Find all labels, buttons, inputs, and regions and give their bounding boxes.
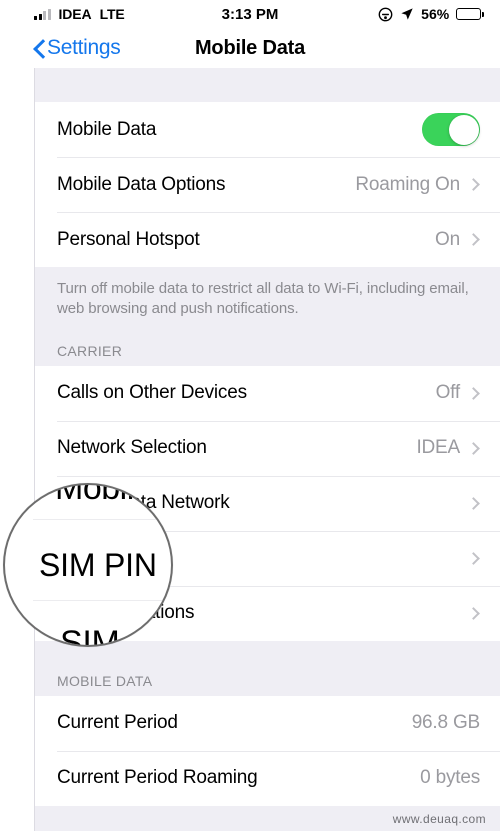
back-button[interactable]: Settings [34,36,121,60]
row-label: Current Period Roaming [57,767,258,789]
row-personal-hotspot[interactable]: Personal Hotspot On [35,212,500,267]
status-bar: IDEA LTE 3:13 PM 56% [0,0,500,28]
row-mobile-data[interactable]: Mobile Data [35,102,500,157]
row-value: 96.8 GB [411,712,481,734]
carrier-name: IDEA [58,6,92,22]
row-accessory: 96.8 GB [411,712,481,734]
status-bar-time: 3:13 PM [221,5,279,23]
row-value: Off [435,382,461,404]
location-arrow-icon [401,8,413,20]
chevron-right-icon [467,441,480,455]
chevron-right-icon [467,178,480,191]
battery-icon [456,8,484,20]
row-accessory: IDEA [416,437,480,459]
magnifier-lens: Mobile SIM PIN SIM Applications [3,483,173,647]
navigation-bar: Settings Mobile Data [0,28,500,68]
row-accessory [467,496,480,510]
row-value: On [435,228,460,250]
magnifier-content: Mobile SIM PIN SIM Applications [5,485,171,645]
chevron-right-icon [467,233,480,246]
row-label: Mobile Data [57,118,157,140]
mobile-data-footnote: Turn off mobile data to restrict all dat… [35,267,500,323]
battery-percent: 56% [421,6,450,22]
row-current-period[interactable]: Current Period 96.8 GB [35,695,500,751]
signal-bars-icon [34,8,51,20]
settings-list: Mobile Data Mobile Data Options Roaming … [34,68,500,831]
back-button-label: Settings [47,36,121,59]
chevron-right-icon [467,386,480,400]
row-label: Mobile Data Options [57,173,226,195]
chevron-right-icon [467,551,480,565]
section-header-carrier: CARRIER [35,322,500,366]
magnified-sim-pin-label: SIM PIN [39,547,157,583]
row-label: Network Selection [57,437,207,459]
row-label: Personal Hotspot [57,228,200,250]
section-header-mobile-data: MOBILE DATA [35,640,500,696]
section-mobile-data-group: Mobile Data Mobile Data Options Roaming … [35,102,500,267]
magnified-separator [33,600,171,601]
row-accessory: Off [436,382,480,404]
row-accessory [467,606,480,620]
row-current-period-roaming[interactable]: Current Period Roaming 0 bytes [35,750,500,806]
mobile-data-toggle[interactable] [422,113,480,146]
chevron-right-icon [467,496,480,510]
row-label: Current Period [57,712,178,734]
top-spacer [35,68,500,102]
row-accessory: Roaming On [355,174,480,196]
magnified-bottom-text: SIM Applications [60,624,171,647]
chevron-right-icon [467,606,480,620]
section-usage-group: Current Period 96.8 GB Current Period Ro… [35,695,500,806]
network-type: LTE [99,6,125,22]
row-accessory: On [435,229,480,251]
watermark: www.deuaq.com [392,812,486,826]
magnified-top-text: Mobile [55,483,153,507]
magnified-separator [33,519,171,520]
row-value: Roaming On [355,173,460,195]
row-accessory: 0 bytes [420,767,480,789]
row-accessory [422,113,480,146]
row-calls-on-other-devices[interactable]: Calls on Other Devices Off [35,365,500,421]
row-mobile-data-options[interactable]: Mobile Data Options Roaming On [35,157,500,212]
toggle-knob [448,114,479,145]
chevron-left-icon [34,39,45,58]
row-value: 0 bytes [420,767,480,789]
status-bar-left: IDEA LTE [34,6,125,22]
status-bar-right: 56% [378,6,484,22]
phone-screen: IDEA LTE 3:13 PM 56% Settings Mobile Dat… [0,0,500,831]
do-not-disturb-icon [378,7,393,21]
row-network-selection[interactable]: Network Selection IDEA [35,420,500,476]
row-accessory [467,551,480,565]
row-label: Calls on Other Devices [57,382,247,404]
row-value: IDEA [416,437,460,459]
